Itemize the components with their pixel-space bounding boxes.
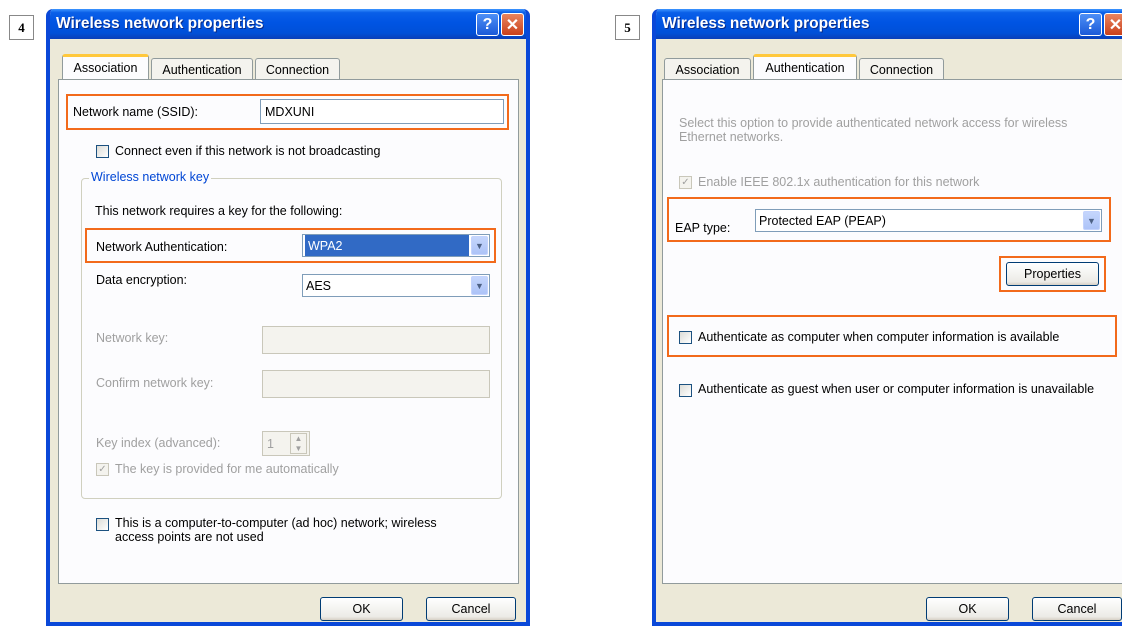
ok-button[interactable]: OK: [320, 597, 403, 621]
adhoc-label: This is a computer-to-computer (ad hoc) …: [115, 516, 437, 544]
connect-broadcast-label: Connect even if this network is not broa…: [115, 144, 381, 158]
cancel-button[interactable]: Cancel: [1032, 597, 1122, 621]
tab-panel: Select this option to provide authentica…: [662, 79, 1122, 584]
network-key-label: Network key:: [96, 331, 169, 345]
requires-key-text: This network requires a key for the foll…: [95, 204, 343, 218]
encryption-label: Data encryption:: [96, 273, 188, 287]
step-number-5: 5: [615, 15, 640, 40]
help-icon[interactable]: ?: [476, 13, 499, 36]
auth-guest-checkbox[interactable]: [679, 384, 692, 397]
tab-authentication[interactable]: Authentication: [753, 54, 857, 79]
enable-8021x-label: Enable IEEE 802.1x authentication for th…: [698, 175, 980, 189]
spinner-arrows-icon[interactable]: ▲ ▼: [290, 433, 307, 454]
enable-8021x-checkbox[interactable]: ✓: [679, 176, 692, 189]
close-icon[interactable]: ✕: [501, 13, 524, 36]
ok-button[interactable]: OK: [926, 597, 1009, 621]
title-bar[interactable]: Wireless network properties: [656, 9, 1122, 39]
tab-association[interactable]: Association: [664, 58, 751, 80]
group-title: Wireless network key: [89, 170, 212, 184]
window-title: Wireless network properties: [662, 15, 870, 32]
tab-authentication[interactable]: Authentication: [151, 58, 253, 80]
highlight-auth: [85, 228, 496, 263]
connect-broadcast-checkbox[interactable]: [96, 145, 109, 158]
chevron-down-icon[interactable]: ▼: [471, 276, 488, 295]
step-number-4: 4: [9, 15, 34, 40]
encryption-select[interactable]: AES ▼: [302, 274, 490, 297]
tab-association[interactable]: Association: [62, 54, 149, 79]
confirm-key-label: Confirm network key:: [96, 376, 214, 390]
tab-connection[interactable]: Connection: [255, 58, 340, 80]
network-key-input[interactable]: [262, 326, 490, 354]
key-provided-label: The key is provided for me automatically: [115, 462, 339, 476]
highlight-auth-computer: [667, 315, 1117, 357]
adhoc-checkbox[interactable]: [96, 518, 109, 531]
close-icon[interactable]: ✕: [1104, 13, 1122, 36]
key-index-label: Key index (advanced):: [96, 436, 221, 450]
window-title: Wireless network properties: [56, 15, 264, 32]
cancel-button[interactable]: Cancel: [426, 597, 516, 621]
dialog-authentication: Wireless network properties ? ✕ Associat…: [652, 9, 1122, 626]
key-provided-checkbox[interactable]: ✓: [96, 463, 109, 476]
highlight-ssid: [66, 94, 509, 130]
auth-guest-label: Authenticate as guest when user or compu…: [698, 382, 1095, 396]
encryption-value: AES: [306, 278, 332, 293]
key-index-value: 1: [267, 436, 274, 451]
tab-connection[interactable]: Connection: [859, 58, 944, 80]
help-icon[interactable]: ?: [1079, 13, 1102, 36]
dialog-association: Wireless network properties ? ✕ Associat…: [46, 9, 530, 626]
intro-text: Select this option to provide authentica…: [679, 116, 1068, 144]
highlight-eap: [667, 197, 1111, 242]
tab-panel: Network name (SSID): MDXUNI Connect even…: [58, 79, 519, 584]
confirm-key-input[interactable]: [262, 370, 490, 398]
title-bar[interactable]: Wireless network properties: [50, 9, 526, 39]
highlight-properties: [999, 256, 1106, 292]
